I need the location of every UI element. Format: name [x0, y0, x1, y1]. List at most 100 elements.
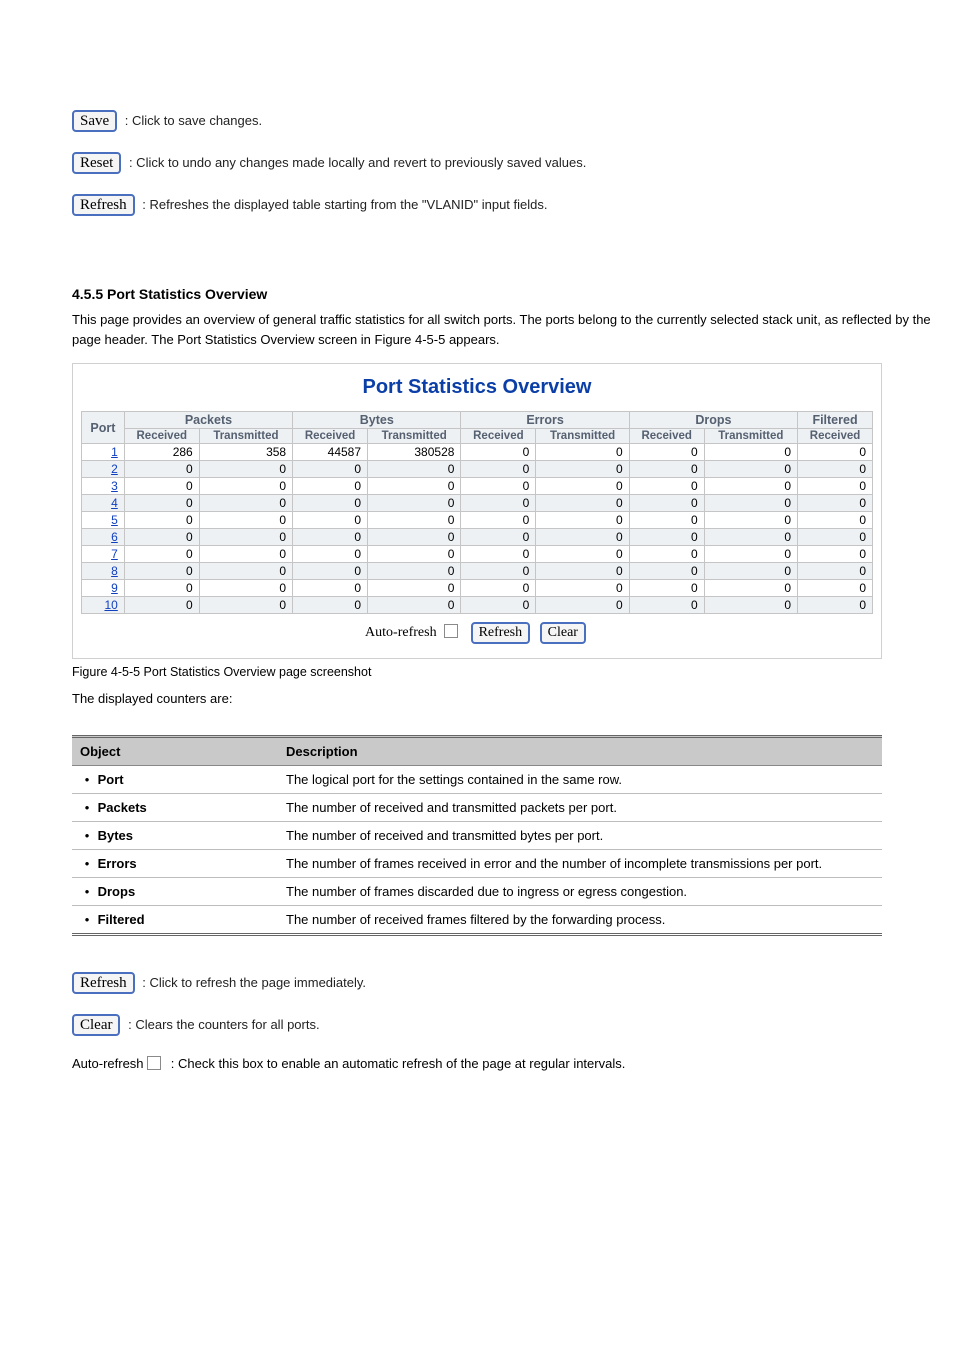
stat-cell: 0 [461, 495, 536, 512]
stat-cell: 0 [124, 597, 199, 614]
table-row: 6000000000 [82, 529, 873, 546]
stat-cell: 0 [629, 478, 704, 495]
auto-refresh-checkbox[interactable] [444, 624, 458, 638]
port-link[interactable]: 6 [111, 530, 118, 544]
col-drops-tx: Transmitted [704, 429, 797, 444]
stat-cell: 0 [536, 597, 629, 614]
stat-cell: 0 [293, 546, 368, 563]
port-link[interactable]: 7 [111, 547, 118, 561]
bottom-refresh-description: : Click to refresh the page immediately. [142, 975, 366, 990]
port-link[interactable]: 1 [111, 445, 118, 459]
stat-cell: 0 [368, 512, 461, 529]
param-object: • Drops [72, 877, 278, 905]
param-description: The number of received frames filtered b… [278, 905, 882, 934]
parameter-table: Object Description • PortThe logical por… [72, 735, 882, 936]
panel-title: Port Statistics Overview [81, 376, 873, 399]
bullet-icon: • [80, 828, 94, 843]
port-link[interactable]: 10 [104, 598, 117, 612]
stat-cell: 0 [461, 529, 536, 546]
stat-cell: 0 [536, 580, 629, 597]
panel-clear-button[interactable]: Clear [540, 622, 586, 644]
bullet-icon: • [80, 912, 94, 927]
bottom-auto-refresh-label: Auto-refresh [72, 1056, 144, 1071]
bullet-icon: • [80, 772, 94, 787]
stat-cell: 0 [798, 495, 873, 512]
save-button[interactable]: Save [72, 110, 117, 132]
stat-cell: 44587 [293, 444, 368, 461]
stat-cell: 0 [629, 461, 704, 478]
stat-cell: 0 [536, 495, 629, 512]
stat-cell: 0 [704, 580, 797, 597]
stat-cell: 0 [368, 461, 461, 478]
port-cell: 8 [82, 563, 125, 580]
stat-cell: 0 [293, 478, 368, 495]
stats-table: Port Packets Bytes Errors Drops Filtered… [81, 411, 873, 614]
refresh-description: : Refreshes the displayed table starting… [142, 197, 547, 212]
bottom-clear-button[interactable]: Clear [72, 1014, 120, 1036]
stat-cell: 0 [199, 478, 292, 495]
refresh-button[interactable]: Refresh [72, 194, 135, 216]
stat-cell: 0 [798, 597, 873, 614]
auto-refresh-label: Auto-refresh [365, 625, 437, 640]
stat-cell: 0 [124, 529, 199, 546]
port-cell: 9 [82, 580, 125, 597]
stat-cell: 0 [629, 597, 704, 614]
port-link[interactable]: 3 [111, 479, 118, 493]
stat-cell: 0 [629, 580, 704, 597]
stat-cell: 0 [199, 529, 292, 546]
stat-cell: 0 [536, 512, 629, 529]
stat-cell: 0 [629, 563, 704, 580]
stat-cell: 0 [798, 512, 873, 529]
stat-cell: 0 [536, 529, 629, 546]
stats-panel: Port Statistics Overview Port Packets By… [72, 363, 882, 659]
param-object-label: Packets [94, 800, 147, 815]
port-cell: 1 [82, 444, 125, 461]
stat-cell: 0 [629, 546, 704, 563]
bottom-auto-refresh-checkbox[interactable] [147, 1056, 161, 1070]
table-row: 10000000000 [82, 597, 873, 614]
port-link[interactable]: 8 [111, 564, 118, 578]
stat-cell: 0 [124, 512, 199, 529]
param-row: • BytesThe number of received and transm… [72, 821, 882, 849]
port-link[interactable]: 9 [111, 581, 118, 595]
save-description: : Click to save changes. [125, 113, 262, 128]
stat-cell: 380528 [368, 444, 461, 461]
table-row: 5000000000 [82, 512, 873, 529]
param-object-label: Port [94, 772, 124, 787]
param-object: • Errors [72, 849, 278, 877]
table-row: 7000000000 [82, 546, 873, 563]
bottom-refresh-button[interactable]: Refresh [72, 972, 135, 994]
panel-refresh-button[interactable]: Refresh [471, 622, 531, 644]
port-link[interactable]: 5 [111, 513, 118, 527]
table-row: 12863584458738052800000 [82, 444, 873, 461]
stat-cell: 0 [536, 478, 629, 495]
table-row: 3000000000 [82, 478, 873, 495]
stat-cell: 0 [798, 461, 873, 478]
stat-cell: 0 [536, 563, 629, 580]
colgroup-filtered: Filtered [798, 412, 873, 429]
col-bytes-tx: Transmitted [368, 429, 461, 444]
param-object-label: Filtered [94, 912, 145, 927]
bottom-clear-description: : Clears the counters for all ports. [128, 1017, 319, 1032]
reset-button[interactable]: Reset [72, 152, 121, 174]
stat-cell: 0 [704, 512, 797, 529]
section-heading: 4.5.5 Port Statistics Overview [72, 286, 954, 302]
col-errors-rx: Received [461, 429, 536, 444]
stat-cell: 0 [124, 580, 199, 597]
stat-cell: 0 [629, 495, 704, 512]
stat-cell: 0 [199, 597, 292, 614]
stat-cell: 0 [536, 461, 629, 478]
stat-cell: 0 [629, 529, 704, 546]
port-link[interactable]: 2 [111, 462, 118, 476]
stat-cell: 0 [461, 580, 536, 597]
stat-cell: 0 [629, 444, 704, 461]
stat-cell: 0 [704, 597, 797, 614]
port-cell: 5 [82, 512, 125, 529]
stat-cell: 286 [124, 444, 199, 461]
port-link[interactable]: 4 [111, 496, 118, 510]
stat-cell: 0 [798, 478, 873, 495]
stat-cell: 358 [199, 444, 292, 461]
stat-cell: 0 [199, 563, 292, 580]
bottom-auto-refresh-description: : Check this box to enable an automatic … [171, 1056, 626, 1071]
param-description: The number of received and transmitted b… [278, 821, 882, 849]
